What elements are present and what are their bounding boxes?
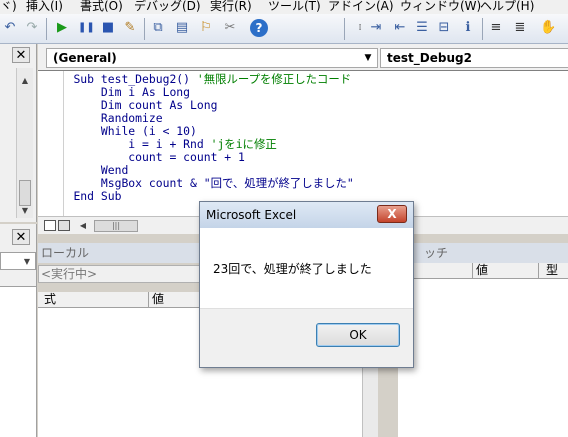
design-mode-icon[interactable]: ✎ [122,20,138,36]
scroll-left-icon[interactable]: ◀ [78,221,88,231]
properties-object-combo[interactable]: ▼ [0,252,36,270]
menu-item[interactable]: アドイン(A) [328,0,394,13]
ok-button[interactable]: OK [316,323,400,347]
toolbar-separator [46,18,47,40]
indent-icon[interactable]: ⇥ [368,20,384,36]
menu-item[interactable]: デバッグ(D) [134,0,201,13]
code-text: i = i + Rnd [128,137,211,151]
menu-item[interactable]: ヘルプ(H) [480,0,534,13]
vertical-scrollbar[interactable]: ▲ ▼ [16,68,33,218]
object-combo-value: (General) [53,51,117,65]
full-module-view-icon[interactable] [58,220,70,231]
watch-col-type[interactable]: 型 [546,263,558,278]
object-combo[interactable]: (General) ▼ [46,48,378,68]
reset-icon[interactable]: ■ [100,20,116,36]
scroll-up-icon[interactable]: ▲ [19,76,31,86]
properties-icon[interactable]: ▤ [174,20,190,36]
code-text: Wend [100,163,129,177]
redo-icon[interactable]: ↷ [24,20,40,36]
toolbar-separator [482,18,483,40]
chevron-down-icon[interactable]: ▼ [361,49,375,67]
dialog-footer: OK [200,308,413,367]
properties-panel: ✕ ▼ [0,224,37,437]
menu-item[interactable]: 書式(O) [80,0,123,13]
list-properties-icon[interactable]: ☰ [414,20,430,36]
code-text: Randomize [100,111,163,125]
menu-item[interactable]: ヾ) [0,0,17,13]
project-explorer-panel: ✕ ▲ ▼ [0,44,37,222]
locals-col-expression[interactable]: 式 [44,292,56,307]
code-comment: '無限ループを修正したコード [196,72,352,86]
menu-item[interactable]: ウィンドウ(W) [400,0,481,13]
break-icon[interactable]: ❚❚ [78,20,95,36]
code-window-header: (General) ▼ test_Debug2 [38,44,568,70]
column-divider[interactable] [538,263,539,278]
locals-col-value[interactable]: 値 [152,292,164,307]
close-button[interactable]: X [377,205,407,223]
code-text: Dim count As Long [100,98,218,112]
watch-window-title: ッチ [398,243,568,263]
comment-block-icon[interactable]: ≡ [488,20,504,36]
toolbar: ↶ ↷ ▶ ❚❚ ■ ✎ ⧉ ▤ ⚐ ✂ ? ⁞ ⇥ ⇤ ☰ ⊟ ℹ ≡ ≣ ✋ [0,14,568,44]
menu-item[interactable]: 実行(R) [210,0,252,13]
procedure-view-icon[interactable] [44,220,56,231]
uncomment-block-icon[interactable]: ≣ [512,20,528,36]
code-editor[interactable]: Sub test_Debug2() '無限ループを修正したコード Dim i A… [38,70,568,217]
watch-column-header: 値 型 [398,263,568,279]
close-icon: X [387,207,397,221]
horizontal-scroll-thumb[interactable]: ||| [94,220,138,232]
procedure-combo-value: test_Debug2 [387,51,472,65]
code-text: While (i < 10) [100,124,197,138]
menu-bar: ヾ) 挿入(I) 書式(O) デバッグ(D) 実行(R) ツール(T) アドイン(A) ウィン… [0,0,568,14]
run-icon[interactable]: ▶ [54,20,70,36]
code-text: MsgBox count & "回で、処理が終了しました" [100,176,354,190]
dialog-message: 23回で、処理が終了しました [213,262,372,276]
close-icon[interactable]: ✕ [12,229,30,245]
code-text: Dim i As Long [100,85,191,99]
scroll-down-icon[interactable]: ▼ [19,206,31,216]
object-browser-icon[interactable]: ⚐ [198,20,214,36]
toolbar-grip-icon: ⁞ [358,23,362,33]
chevron-down-icon[interactable]: ▼ [21,257,33,267]
code-line[interactable]: End Sub [46,190,121,203]
list-constants-icon[interactable]: ⊟ [436,20,452,36]
watch-title-text: ッチ [424,246,449,260]
message-box-dialog: Microsoft Excel X 23回で、処理が終了しました OK [199,201,414,368]
code-comment: 'jをiに修正 [210,137,277,151]
toolbar-separator [344,18,345,40]
toolbar-separator [144,18,145,40]
dialog-title: Microsoft Excel [206,208,297,222]
close-icon[interactable]: ✕ [12,47,30,63]
properties-grid [0,286,36,437]
code-text: count = count + 1 [128,150,245,164]
column-divider[interactable] [148,292,149,307]
toolbox-icon[interactable]: ✂ [222,20,238,36]
scroll-thumb[interactable] [19,180,31,206]
project-explorer-icon[interactable]: ⧉ [150,20,166,36]
help-icon[interactable]: ? [250,19,268,37]
undo-icon[interactable]: ↶ [2,20,18,36]
code-text: Sub test_Debug2() [73,72,197,86]
code-text: End Sub [73,189,122,203]
procedure-combo[interactable]: test_Debug2 [380,48,568,68]
column-divider[interactable] [472,263,473,278]
outdent-icon[interactable]: ⇤ [392,20,408,36]
toggle-bookmark-icon[interactable]: ✋ [540,20,556,36]
menu-item[interactable]: ツール(T) [268,0,321,13]
menu-item[interactable]: 挿入(I) [26,0,63,13]
watch-col-value[interactable]: 値 [476,263,488,278]
quick-info-icon[interactable]: ℹ [460,20,476,36]
